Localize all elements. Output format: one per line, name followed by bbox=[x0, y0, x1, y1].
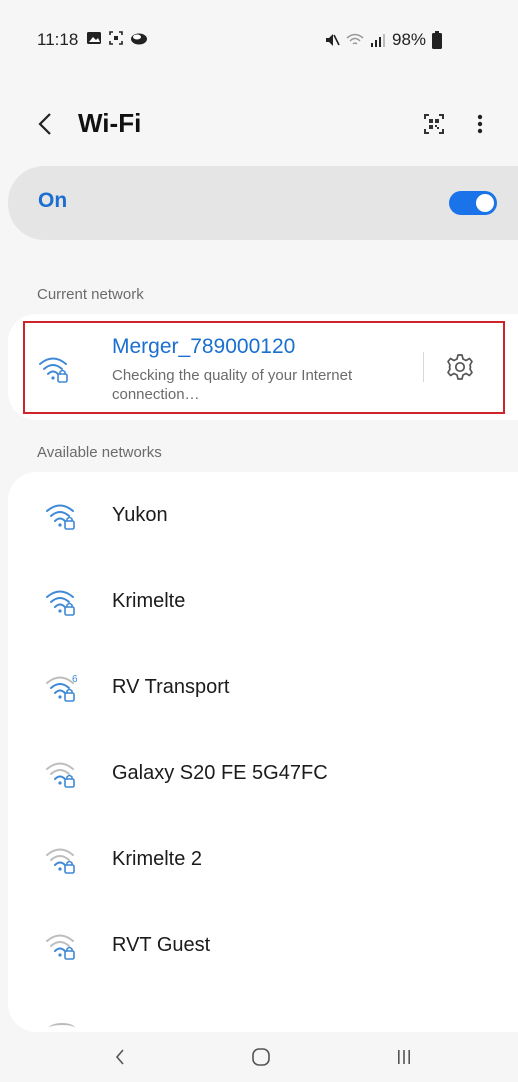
network-row[interactable]: 6 RV Transport bbox=[8, 646, 518, 732]
mute-icon bbox=[324, 32, 340, 48]
more-vertical-icon bbox=[477, 114, 483, 134]
nav-home-icon bbox=[252, 1048, 270, 1066]
wifi-locked-icon bbox=[45, 931, 77, 961]
nav-recents-button[interactable] bbox=[392, 1042, 416, 1072]
network-row[interactable]: Yukon bbox=[8, 474, 518, 560]
wifi-toggle-label: On bbox=[38, 189, 68, 212]
status-time: 11:18 bbox=[37, 30, 79, 49]
network-row[interactable]: Krimelte bbox=[8, 560, 518, 646]
status-bar: 11:18 98% bbox=[0, 0, 518, 80]
system-status-icons: 98% bbox=[324, 30, 443, 50]
wifi-status-icon bbox=[346, 32, 364, 48]
network-name: Yukon bbox=[112, 504, 168, 526]
svg-text:6: 6 bbox=[72, 674, 78, 685]
scroll-peek-icon bbox=[49, 1023, 75, 1032]
network-name: Krimelte bbox=[112, 590, 186, 612]
current-network-name: Merger_789000120 bbox=[112, 335, 296, 358]
nav-home-button[interactable] bbox=[249, 1042, 273, 1072]
network-row[interactable]: RVT Guest bbox=[8, 904, 518, 990]
available-networks-label: Available networks bbox=[37, 444, 162, 461]
network-settings-button[interactable] bbox=[445, 352, 475, 382]
qr-code-icon bbox=[424, 114, 444, 134]
nav-back-icon bbox=[115, 1049, 124, 1065]
screenshot-icon bbox=[108, 30, 124, 46]
wifi-locked-icon bbox=[45, 845, 77, 875]
network-name: RV Transport bbox=[112, 676, 230, 698]
wifi-locked-icon bbox=[45, 501, 77, 531]
cloud-icon bbox=[130, 30, 148, 46]
wifi-locked-icon bbox=[38, 354, 70, 384]
current-network-label: Current network bbox=[37, 286, 144, 303]
signal-icon bbox=[370, 32, 386, 48]
network-name: Krimelte 2 bbox=[112, 848, 203, 870]
chevron-left-icon bbox=[38, 113, 51, 135]
battery-icon bbox=[432, 31, 443, 49]
divider bbox=[423, 352, 424, 382]
wifi-locked-icon bbox=[45, 759, 77, 789]
current-network-status: Checking the quality of your Internet co… bbox=[112, 367, 353, 403]
back-button[interactable] bbox=[30, 106, 60, 142]
network-name: Galaxy S20 FE 5G47FC bbox=[112, 762, 328, 784]
gear-icon bbox=[447, 354, 473, 380]
battery-percent: 98% bbox=[392, 30, 427, 49]
network-name: RVT Guest bbox=[112, 934, 211, 956]
page-title: Wi-Fi bbox=[78, 108, 142, 138]
switch-knob bbox=[476, 194, 494, 212]
notification-icons bbox=[86, 30, 148, 46]
wifi-switch[interactable] bbox=[449, 191, 497, 215]
gallery-icon bbox=[86, 30, 102, 46]
nav-recents-icon bbox=[398, 1050, 410, 1064]
wifi6-locked-icon: 6 bbox=[45, 673, 78, 703]
available-networks-list: Yukon Krimelte 6 RV Transport Galaxy S20… bbox=[8, 472, 518, 1032]
more-options-button[interactable] bbox=[466, 108, 494, 140]
wifi-toggle-card[interactable]: On bbox=[8, 166, 518, 240]
network-row[interactable]: Krimelte 2 bbox=[8, 818, 518, 904]
qr-code-button[interactable] bbox=[418, 108, 450, 140]
network-row[interactable]: Galaxy S20 FE 5G47FC bbox=[8, 732, 518, 818]
nav-back-button[interactable] bbox=[108, 1042, 132, 1072]
app-header: Wi-Fi bbox=[0, 96, 518, 152]
wifi-locked-icon bbox=[45, 587, 77, 617]
navigation-bar bbox=[0, 1032, 518, 1082]
